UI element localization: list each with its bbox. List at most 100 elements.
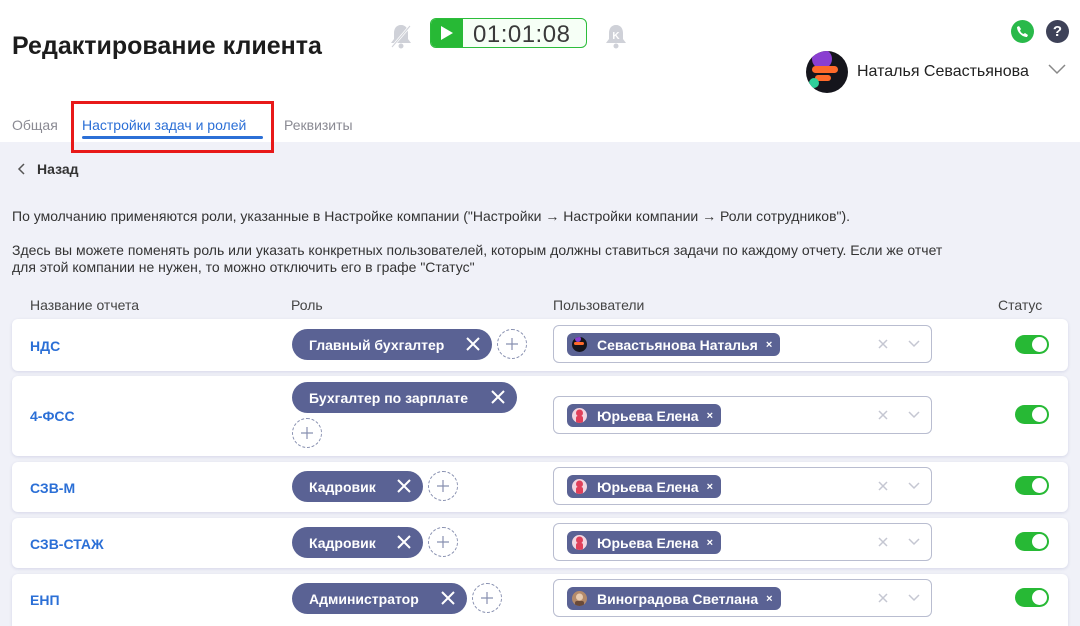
user-chip-label: Севастьянова Наталья xyxy=(597,336,758,353)
role-chip-label: Бухгалтер по зарплате xyxy=(309,389,469,406)
user-avatar xyxy=(572,591,587,606)
chevron-left-icon xyxy=(17,163,25,175)
report-name[interactable]: 4-ФСС xyxy=(30,408,75,424)
column-header-role: Роль xyxy=(291,297,323,313)
user-chip: Юрьева Елена × xyxy=(567,531,721,554)
user-chip: Юрьева Елена × xyxy=(567,404,721,427)
plus-icon xyxy=(506,338,518,350)
description-custom-line2: для этой компании не нужен, то можно отк… xyxy=(12,259,475,275)
timer-value: 01:01:08 xyxy=(473,21,571,48)
avatar xyxy=(806,51,848,93)
role-chip-label: Администратор xyxy=(309,590,419,607)
column-header-status: Статус xyxy=(998,297,1043,313)
table-row: СЗВ-М Кадровик Юрьева Елена × xyxy=(12,462,1068,512)
users-select[interactable]: Юрьева Елена × xyxy=(553,523,932,561)
timer-play-button[interactable] xyxy=(431,19,463,47)
user-chip-label: Юрьева Елена xyxy=(597,407,699,424)
role-chip-label: Кадровик xyxy=(309,534,376,551)
status-toggle[interactable] xyxy=(1015,588,1049,607)
user-chip-label: Юрьева Елена xyxy=(597,478,699,495)
back-link[interactable]: Назад xyxy=(17,159,79,179)
role-chip: Бухгалтер по зарплате xyxy=(292,382,517,413)
back-label: Назад xyxy=(37,161,79,177)
chevron-down-icon[interactable] xyxy=(908,339,920,349)
clear-icon[interactable] xyxy=(877,592,889,604)
user-chip-label: Юрьева Елена xyxy=(597,534,699,551)
user-menu[interactable]: Наталья Севастьянова xyxy=(806,51,1072,93)
remove-role-icon[interactable] xyxy=(439,589,457,607)
user-chip: Севастьянова Наталья × xyxy=(567,333,781,356)
user-chip: Виноградова Светлана × xyxy=(567,587,781,610)
chevron-down-icon xyxy=(1048,64,1066,75)
remove-user-icon[interactable]: × xyxy=(766,593,772,605)
status-toggle[interactable] xyxy=(1015,476,1049,495)
bell-k-icon[interactable]: K xyxy=(603,22,629,50)
bell-off-icon[interactable] xyxy=(388,22,414,50)
remove-role-icon[interactable] xyxy=(489,388,507,406)
clear-icon[interactable] xyxy=(877,536,889,548)
status-toggle[interactable] xyxy=(1015,335,1049,354)
chevron-down-icon[interactable] xyxy=(908,410,920,420)
report-name[interactable]: ЕНП xyxy=(30,592,60,608)
page-title: Редактирование клиента xyxy=(12,32,322,60)
phone-icon[interactable] xyxy=(1011,20,1034,43)
role-chip: Кадровик xyxy=(292,527,423,558)
remove-role-icon[interactable] xyxy=(464,335,482,353)
remove-user-icon[interactable]: × xyxy=(707,410,713,422)
header: Редактирование клиента 01:01:08 K ? Ната… xyxy=(0,0,1080,153)
svg-text:K: K xyxy=(612,31,620,42)
user-name: Наталья Севастьянова xyxy=(857,63,1029,80)
add-role-button[interactable] xyxy=(497,329,527,359)
users-select[interactable]: Юрьева Елена × xyxy=(553,467,932,505)
timer: 01:01:08 xyxy=(430,18,587,48)
add-role-button[interactable] xyxy=(472,583,502,613)
role-chip: Кадровик xyxy=(292,471,423,502)
role-chip-label: Кадровик xyxy=(309,478,376,495)
remove-role-icon[interactable] xyxy=(395,533,413,551)
report-name[interactable]: НДС xyxy=(30,338,60,354)
add-role-button[interactable] xyxy=(292,418,322,448)
plus-icon xyxy=(301,427,313,439)
help-icon[interactable]: ? xyxy=(1046,20,1069,43)
clear-icon[interactable] xyxy=(877,409,889,421)
table-row: 4-ФСС Бухгалтер по зарплате Юрьева Елена… xyxy=(12,376,1068,456)
report-name[interactable]: СЗВ-СТАЖ xyxy=(30,536,104,552)
remove-user-icon[interactable]: × xyxy=(707,537,713,549)
status-toggle[interactable] xyxy=(1015,405,1049,424)
tab-requisites[interactable]: Реквизиты xyxy=(284,117,353,133)
table-row: НДС Главный бухгалтер Севастьянова Натал… xyxy=(12,319,1068,371)
highlight-box xyxy=(71,101,274,153)
clear-icon[interactable] xyxy=(877,480,889,492)
user-chip: Юрьева Елена × xyxy=(567,475,721,498)
users-select[interactable]: Севастьянова Наталья × xyxy=(553,325,932,363)
role-chip: Администратор xyxy=(292,583,467,614)
user-avatar xyxy=(572,408,587,423)
description-default-roles: По умолчанию применяются роли, указанные… xyxy=(12,208,851,224)
column-header-report: Название отчета xyxy=(30,297,139,313)
remove-role-icon[interactable] xyxy=(395,477,413,495)
play-icon xyxy=(441,26,453,40)
user-avatar xyxy=(572,535,587,550)
description-custom-line1: Здесь вы можете поменять роль или указат… xyxy=(12,242,943,258)
chevron-down-icon[interactable] xyxy=(908,537,920,547)
users-select[interactable]: Виноградова Светлана × xyxy=(553,579,932,617)
table-row: СЗВ-СТАЖ Кадровик Юрьева Елена × xyxy=(12,518,1068,568)
plus-icon xyxy=(437,536,449,548)
tab-general[interactable]: Общая xyxy=(12,117,58,133)
user-chip-label: Виноградова Светлана xyxy=(597,590,759,607)
add-role-button[interactable] xyxy=(428,471,458,501)
report-name[interactable]: СЗВ-М xyxy=(30,480,75,496)
remove-user-icon[interactable]: × xyxy=(707,481,713,493)
users-select[interactable]: Юрьева Елена × xyxy=(553,396,932,434)
user-avatar xyxy=(572,337,587,352)
column-header-users: Пользователи xyxy=(553,297,645,313)
chevron-down-icon[interactable] xyxy=(908,481,920,491)
user-avatar xyxy=(572,479,587,494)
plus-icon xyxy=(437,480,449,492)
add-role-button[interactable] xyxy=(428,527,458,557)
role-chip: Главный бухгалтер xyxy=(292,329,492,360)
chevron-down-icon[interactable] xyxy=(908,593,920,603)
remove-user-icon[interactable]: × xyxy=(766,339,772,351)
clear-icon[interactable] xyxy=(877,338,889,350)
status-toggle[interactable] xyxy=(1015,532,1049,551)
